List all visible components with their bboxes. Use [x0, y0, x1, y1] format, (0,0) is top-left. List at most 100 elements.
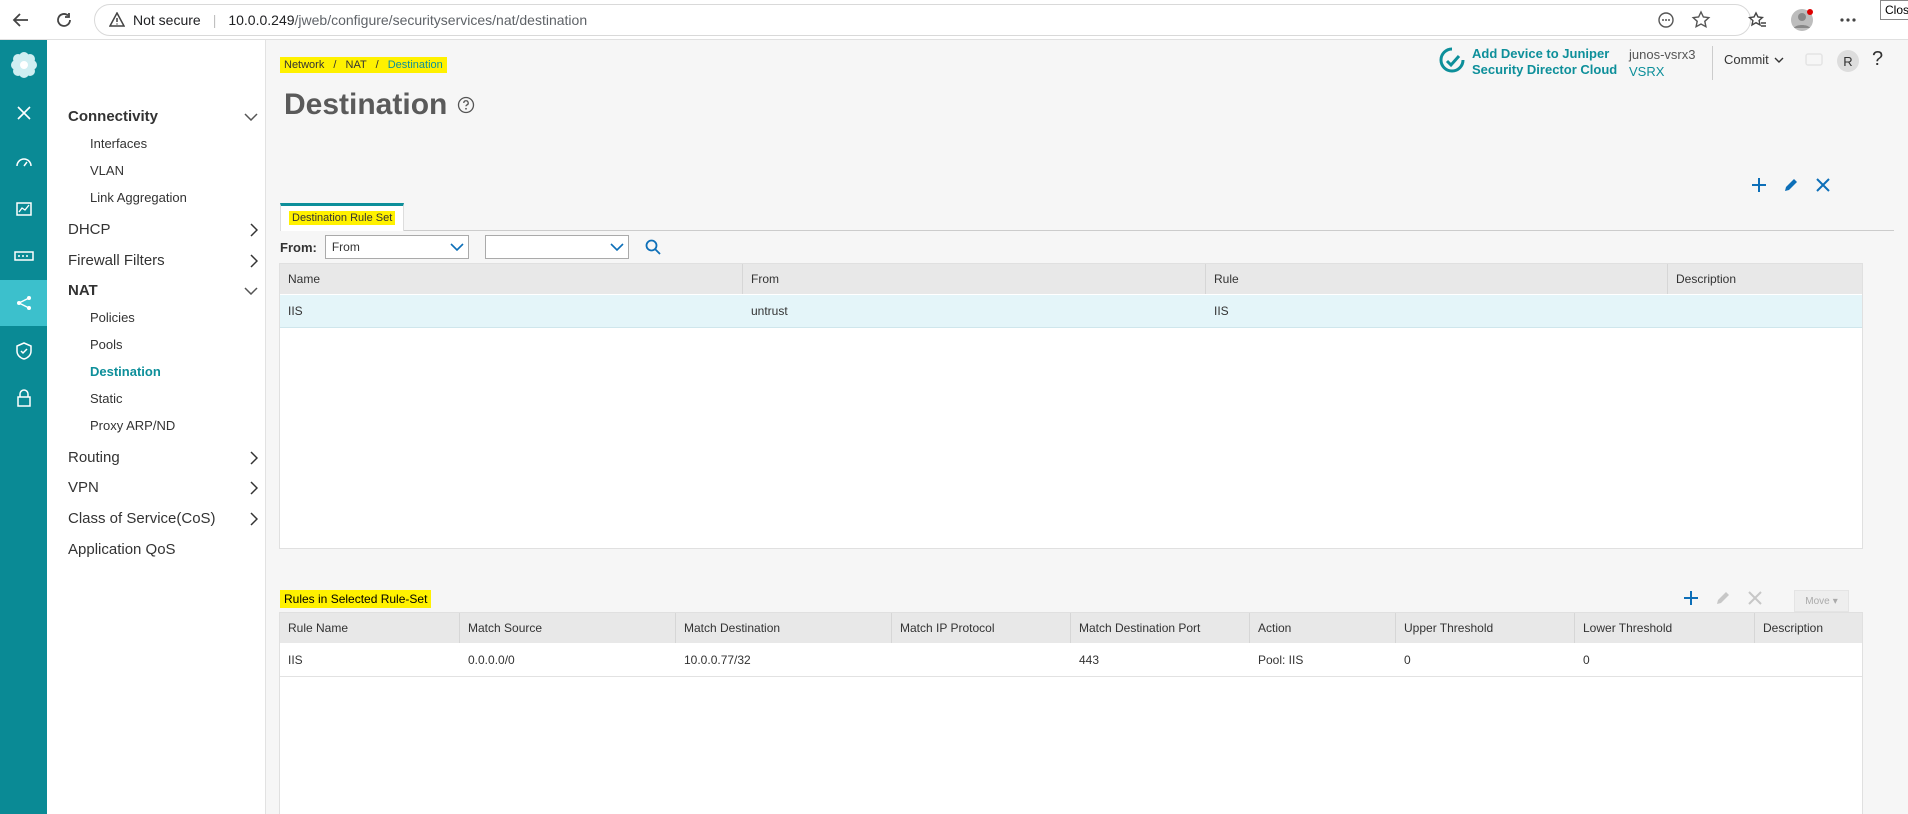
- delete-rule-x-icon[interactable]: [1746, 589, 1764, 607]
- delete-x-icon[interactable]: [1814, 176, 1832, 194]
- favorite-star-icon[interactable]: [1691, 10, 1711, 30]
- nav-group-vpn[interactable]: VPN: [68, 479, 258, 496]
- reload-icon[interactable]: [52, 8, 76, 32]
- add-rule-icon[interactable]: [1682, 589, 1700, 607]
- tab-destination-rule-set[interactable]: Destination Rule Set: [280, 203, 405, 231]
- chevron-right-icon: [250, 480, 258, 495]
- profile-icon[interactable]: [1790, 8, 1814, 32]
- messages-icon[interactable]: [1804, 50, 1824, 70]
- nav-item-static[interactable]: Static: [90, 391, 123, 406]
- nav-group-label: Class of Service(CoS): [68, 510, 216, 527]
- edit-pencil-icon[interactable]: [1782, 176, 1800, 194]
- nav-group-label: Connectivity: [68, 108, 159, 125]
- device-icon[interactable]: [0, 233, 47, 279]
- breadcrumb-network[interactable]: Network: [284, 59, 324, 71]
- edit-rule-pencil-icon[interactable]: [1714, 589, 1732, 607]
- tab-bar: Destination Rule Set: [280, 203, 1894, 231]
- add-icon[interactable]: [1750, 176, 1768, 194]
- nav-group-label: DHCP: [68, 221, 111, 238]
- breadcrumb: Network / NAT / Destination: [280, 57, 447, 73]
- security-shield-icon[interactable]: [0, 328, 47, 374]
- column-header[interactable]: Name: [280, 264, 743, 294]
- close-menu-icon[interactable]: [0, 90, 47, 136]
- cell-upper-threshold: 0: [1404, 653, 1411, 667]
- commit-menu[interactable]: Commit: [1724, 52, 1784, 67]
- main-content: Network / NAT / Destination Destination …: [266, 40, 1908, 814]
- nav-group-label: NAT: [68, 282, 98, 299]
- not-secure-label: Not secure: [133, 12, 201, 28]
- nav-group-connectivity[interactable]: Connectivity: [68, 108, 258, 125]
- nav-item-link-aggregation[interactable]: Link Aggregation: [90, 190, 187, 205]
- dashboard-icon[interactable]: [0, 139, 47, 185]
- caret-down-icon: ▾: [1832, 595, 1838, 607]
- table-row[interactable]: IIS 0.0.0.0/0 10.0.0.77/32 443 Pool: IIS…: [280, 644, 1862, 677]
- page-title-wrap: Destination: [284, 88, 475, 122]
- chevron-right-icon: [250, 450, 258, 465]
- column-header[interactable]: From: [743, 264, 1206, 294]
- user-avatar[interactable]: R: [1837, 50, 1859, 72]
- column-header[interactable]: Match IP Protocol: [892, 613, 1071, 643]
- table-row[interactable]: IIS untrust IIS: [280, 295, 1862, 328]
- from-select[interactable]: From: [324, 235, 469, 259]
- cell-match-destination: 10.0.0.77/32: [684, 653, 751, 667]
- url-host: 10.0.0.249: [228, 12, 295, 28]
- add-device-sdc-link[interactable]: Add Device to Juniper Security Director …: [1438, 46, 1617, 78]
- cell-match-destination-port: 443: [1079, 653, 1100, 667]
- nav-group-application-qos[interactable]: Application QoS: [68, 541, 258, 558]
- network-icon[interactable]: [0, 280, 47, 326]
- device-type: VSRX: [1629, 64, 1665, 79]
- device-name: junos-vsrx3: [1629, 47, 1696, 62]
- reader-icon[interactable]: [1656, 10, 1676, 30]
- nav-item-interfaces[interactable]: Interfaces: [90, 136, 147, 151]
- column-header[interactable]: Rule: [1206, 264, 1668, 294]
- nav-group-label: VPN: [68, 479, 99, 496]
- lock-icon[interactable]: [0, 375, 47, 421]
- page-title: Destination: [284, 88, 448, 121]
- nav-group-firewall-filters[interactable]: Firewall Filters: [68, 252, 258, 269]
- nav-group-nat[interactable]: NAT: [68, 282, 258, 299]
- address-separator: |: [212, 12, 217, 28]
- column-header[interactable]: Match Destination Port: [1071, 613, 1250, 643]
- rules-table: Rule Name Match Source Match Destination…: [279, 612, 1863, 814]
- zone-select[interactable]: [484, 235, 629, 259]
- nav-group-label: Firewall Filters: [68, 252, 165, 269]
- rule-set-actions: [1750, 176, 1832, 194]
- breadcrumb-nat[interactable]: NAT: [346, 59, 367, 71]
- back-icon[interactable]: [9, 8, 33, 32]
- column-header[interactable]: Match Destination: [676, 613, 892, 643]
- favorites-icon[interactable]: [1745, 8, 1769, 32]
- rules-actions: [1682, 589, 1764, 607]
- nav-item-proxy-arp-nd[interactable]: Proxy ARP/ND: [90, 418, 175, 433]
- monitor-icon[interactable]: [0, 186, 47, 232]
- column-header[interactable]: Lower Threshold: [1575, 613, 1755, 643]
- column-header[interactable]: Description: [1668, 264, 1862, 294]
- nav-item-destination[interactable]: Destination: [90, 364, 161, 379]
- url-text: 10.0.0.249/jweb/configure/securityservic…: [228, 12, 587, 28]
- move-label: Move: [1805, 595, 1830, 607]
- nav-item-pools[interactable]: Pools: [90, 337, 123, 352]
- breadcrumb-separator: /: [375, 59, 379, 71]
- address-bar[interactable]: Not secure | 10.0.0.249/jweb/configure/s…: [94, 4, 1751, 36]
- column-header[interactable]: Description: [1755, 613, 1862, 643]
- column-header[interactable]: Rule Name: [280, 613, 460, 643]
- help-icon[interactable]: ?: [1872, 48, 1883, 71]
- sdc-line-1: Add Device to Juniper: [1472, 46, 1610, 61]
- breadcrumb-separator: /: [333, 59, 337, 71]
- more-options-icon[interactable]: [1836, 8, 1860, 32]
- nav-group-routing[interactable]: Routing: [68, 449, 258, 466]
- help-circle-icon[interactable]: [457, 96, 475, 114]
- cell-match-ip-protocol: [892, 644, 1071, 677]
- cell-from: untrust: [751, 304, 788, 318]
- nav-item-policies[interactable]: Policies: [90, 310, 135, 325]
- column-header[interactable]: Upper Threshold: [1396, 613, 1575, 643]
- nav-item-vlan[interactable]: VLAN: [90, 163, 124, 178]
- url-path: /jweb/configure/securityservices/nat/des…: [294, 12, 588, 28]
- search-icon[interactable]: [645, 239, 661, 255]
- move-button[interactable]: Move ▾: [1794, 590, 1849, 612]
- from-select-value: From: [331, 240, 360, 254]
- juniper-logo-icon[interactable]: [0, 40, 47, 90]
- nav-group-dhcp[interactable]: DHCP: [68, 221, 258, 238]
- column-header[interactable]: Action: [1250, 613, 1396, 643]
- nav-group-class-of-service[interactable]: Class of Service(CoS): [68, 510, 258, 527]
- column-header[interactable]: Match Source: [460, 613, 676, 643]
